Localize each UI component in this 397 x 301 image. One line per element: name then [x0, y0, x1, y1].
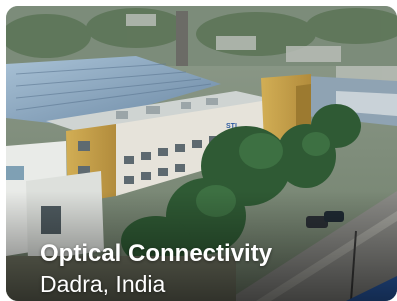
location-card[interactable]: STL Optical Connectivity Dadra, India: [6, 6, 397, 301]
card-caption: Optical Connectivity Dadra, India: [40, 239, 272, 299]
card-title: Optical Connectivity: [40, 240, 273, 267]
card-location: Dadra, India: [40, 271, 166, 297]
